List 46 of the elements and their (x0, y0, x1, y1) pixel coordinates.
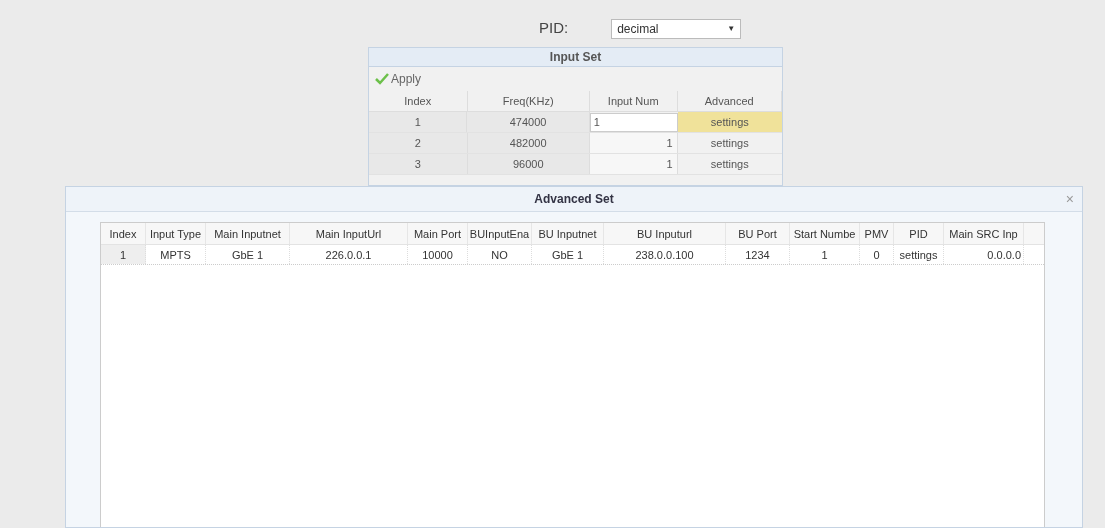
table-cell: 3 (369, 154, 468, 174)
table-cell: 482000 (467, 133, 590, 153)
input-num-field[interactable]: 1 (589, 113, 678, 132)
column-header: Input Type (146, 223, 206, 244)
column-header: PMV (860, 223, 894, 244)
column-header: Advanced (677, 91, 782, 111)
table-cell: GbE 1 (206, 245, 290, 264)
table-cell: MPTS (146, 245, 206, 264)
table-cell: 1 (589, 133, 678, 153)
column-header: Main SRC Inp (944, 223, 1024, 244)
pid-select[interactable]: decimal ▼ (611, 19, 742, 39)
column-header: BU Port (726, 223, 790, 244)
table-cell: 1 (369, 112, 468, 132)
column-header: PID (894, 223, 944, 244)
column-header: Start Numbe (790, 223, 860, 244)
table-cell: 1 (101, 245, 146, 264)
table-cell: NO (468, 245, 532, 264)
table-cell: GbE 1 (532, 245, 604, 264)
panel-title: Input Set (369, 48, 782, 67)
column-header: Input Num (589, 91, 678, 111)
table-cell: 1 (589, 154, 678, 174)
apply-button[interactable]: Apply (375, 70, 422, 88)
column-header: Main InputUrl (290, 223, 408, 244)
check-icon (375, 73, 389, 85)
table-cell: 1234 (726, 245, 790, 264)
column-header: Main Port (408, 223, 468, 244)
table-cell: 2 (369, 133, 468, 153)
table-cell: 10000 (408, 245, 468, 264)
table-cell: 96000 (467, 154, 590, 174)
column-header: BUInputEna (468, 223, 532, 244)
table-cell: 474000 (467, 112, 590, 132)
dialog-title: Advanced Set (534, 191, 614, 208)
table-cell: 0 (860, 245, 894, 264)
column-header: Index (101, 223, 146, 244)
column-header: Freq(KHz) (467, 91, 590, 111)
column-header: BU Inputurl (604, 223, 726, 244)
pid-label: PID: (539, 17, 569, 38)
settings-link[interactable]: settings (677, 112, 782, 132)
column-header: Index (369, 91, 468, 111)
table-cell: 238.0.0.100 (604, 245, 726, 264)
table-cell: 1 (790, 245, 860, 264)
table-cell[interactable]: settings (894, 245, 944, 264)
table-cell: 0.0.0.0 (944, 245, 1024, 264)
table-cell: 226.0.0.1 (290, 245, 408, 264)
column-header: BU Inputnet (532, 223, 604, 244)
column-header: Main Inputnet (206, 223, 290, 244)
